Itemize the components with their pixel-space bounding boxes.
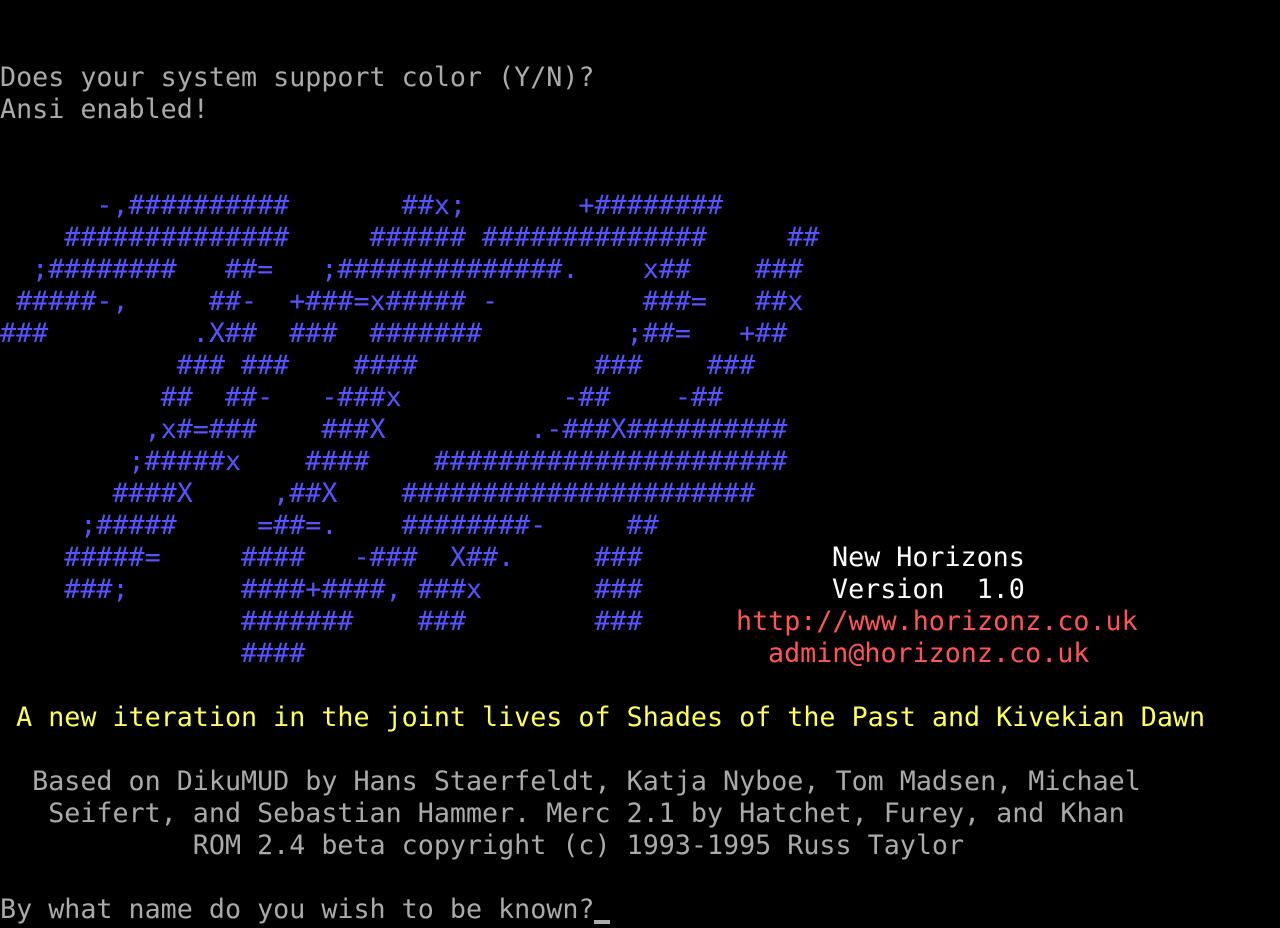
logo-line: ###; ####+####, ###x ###	[0, 574, 643, 605]
logo-line: ;######## ##= ;##############. x## ###	[0, 254, 804, 285]
terminal-screen[interactable]: Does your system support color (Y/N)? An…	[0, 0, 1280, 928]
logo-line: ;##### =##=. ########- ##	[0, 510, 659, 541]
logo-line: #####-, ##- +###=x##### - ###= ##x	[0, 286, 804, 317]
logo-line: ####	[0, 638, 306, 669]
tagline: A new iteration in the joint lives of Sh…	[0, 702, 1206, 733]
logo-line: ####### ### ###	[0, 606, 643, 637]
version-label: Version 1.0	[832, 574, 1025, 605]
credits-line: ROM 2.4 beta copyright (c) 1993-1995 Rus…	[0, 830, 965, 861]
logo-line: ## ##- -###x -## -##	[0, 382, 724, 413]
website-url: http://www.horizonz.co.uk	[736, 606, 1138, 637]
logo-line: ### .X## ### ####### ;##= +##	[0, 318, 788, 349]
login-name-prompt: By what name do you wish to be known?	[0, 894, 595, 925]
logo-line: ;#####x #### ######################	[0, 446, 788, 477]
logo-line: #####= #### -### X##. ###	[0, 542, 643, 573]
logo-line: ####X ,##X ######################	[0, 478, 756, 509]
logo-line: ,x#=### ###X .-###X##########	[0, 414, 788, 445]
logo-line: ### ### #### ### ###	[0, 350, 756, 381]
credits-line: Based on DikuMUD by Hans Staerfeldt, Kat…	[0, 766, 1141, 797]
game-name: New Horizons	[832, 542, 1025, 573]
text-cursor[interactable]	[594, 920, 610, 924]
logo-line: ############## ###### ############## ##	[0, 222, 820, 253]
logo-line: -,########## ##x; +########	[0, 190, 724, 221]
color-support-prompt: Does your system support color (Y/N)?	[0, 62, 595, 93]
admin-email: admin@horizonz.co.uk	[768, 638, 1090, 669]
ansi-status-message: Ansi enabled!	[0, 94, 209, 125]
credits-line: Seifert, and Sebastian Hammer. Merc 2.1 …	[0, 798, 1125, 829]
